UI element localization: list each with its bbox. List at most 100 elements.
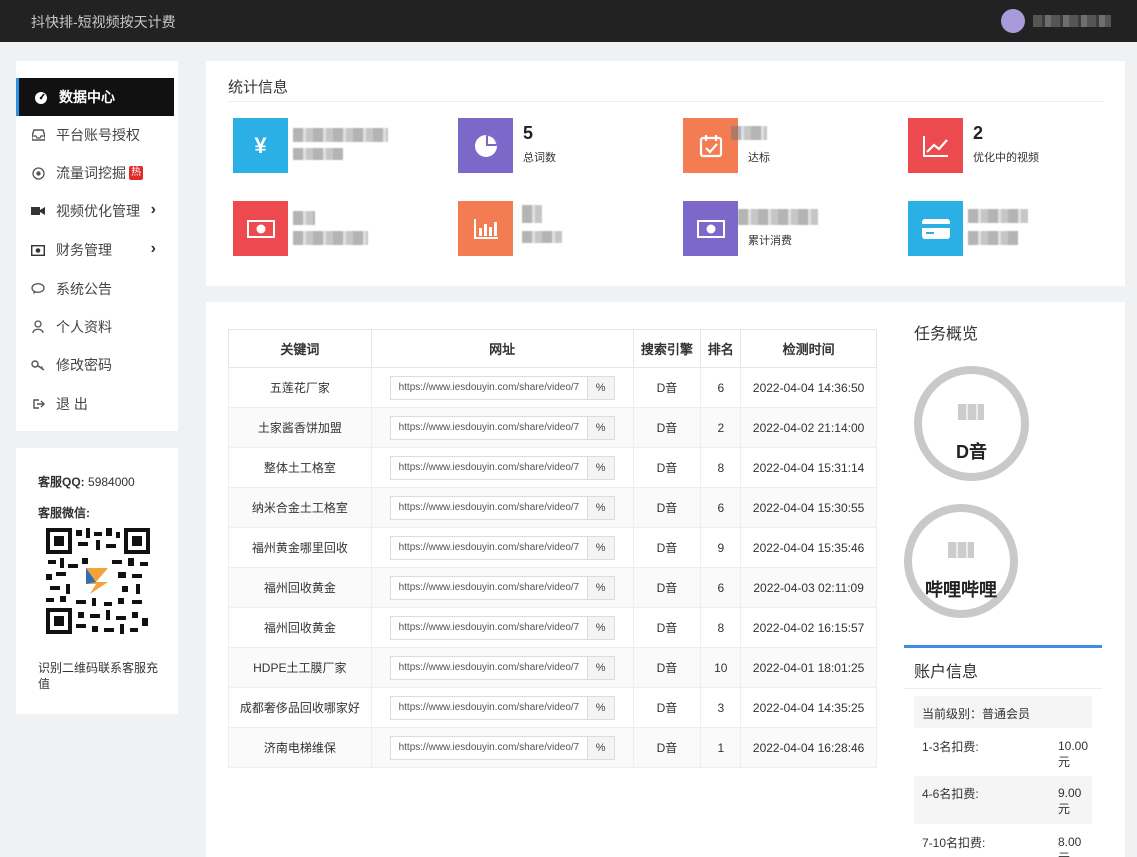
url-field[interactable]: https://www.iesdouyin.com/share/video/7 [390,696,587,719]
link-icon: % [595,421,606,434]
stat-card-optimizing-videos: 2 优化中的视频 [908,118,1108,174]
trend-icon [908,118,963,173]
sidebar-item-keyword-mining[interactable]: 流量词挖掘 热 [16,154,178,192]
fee-row: 4-6名扣费: 9.00元 [914,776,1092,824]
bar-chart-icon [458,201,513,256]
stat-label: 优化中的视频 [973,152,1039,164]
fee-row: 7-10名扣费: 8.00元 [914,828,1092,857]
copy-link-button[interactable]: % [586,496,614,519]
url-cell: https://www.iesdouyin.com/share/video/7% [370,607,634,648]
time-cell: 2022-04-04 15:35:46 [740,527,877,568]
column-header-url[interactable]: 网址 [370,329,634,368]
url-field[interactable]: https://www.iesdouyin.com/share/video/7 [390,376,587,399]
url-cell: https://www.iesdouyin.com/share/video/7% [370,487,634,528]
table-row: 福州黄金哪里回收 https://www.iesdouyin.com/share/… [228,527,877,568]
rank-cell: 1 [700,727,742,768]
url-cell: https://www.iesdouyin.com/share/video/7% [370,647,634,688]
engine-cell: D音 [632,647,702,688]
table-row: 济南电梯维保 https://www.iesdouyin.com/share/vi… [228,727,877,768]
sidebar-item-logout[interactable]: 退 出 [16,385,178,423]
engine-cell: D音 [632,407,702,448]
rank-cell: 10 [700,647,742,688]
time-cell: 2022-04-04 15:31:14 [740,447,877,488]
sidebar-item-platform-auth[interactable]: 平台账号授权 [16,116,178,154]
redacted-value [968,209,1028,223]
time-cell: 2022-04-02 21:14:00 [740,407,877,448]
keyword-cell: 福州回收黄金 [228,567,372,608]
copy-link-button[interactable]: % [586,416,614,439]
target-icon [30,165,46,181]
link-icon: % [595,581,606,594]
sidebar-item-finance[interactable]: 财务管理 › [16,231,178,269]
engine-cell: D音 [632,607,702,648]
dashboard-icon [33,89,49,105]
copy-link-button[interactable]: % [586,696,614,719]
sidebar-item-video-optimize[interactable]: 视频优化管理 › [16,192,178,230]
keyword-rank-panel: 关键词 网址 搜索引擎 排名 检测时间 五莲花厂家 https://www.ies… [206,302,1125,857]
copy-link-button[interactable]: % [586,536,614,559]
redacted-label [293,231,368,245]
copy-link-button[interactable]: % [586,736,614,759]
url-input-group: https://www.iesdouyin.com/share/video/7% [389,575,615,600]
rank-cell: 6 [700,367,742,408]
time-cell: 2022-04-01 18:01:25 [740,647,877,688]
copy-link-button[interactable]: % [586,456,614,479]
account-level: 当前级别：普通会员 [922,707,1031,721]
keyword-cell: 土家酱香饼加盟 [228,407,372,448]
copy-link-button[interactable]: % [586,616,614,639]
url-field[interactable]: https://www.iesdouyin.com/share/video/7 [390,656,587,679]
account-info-panel: 账户信息 当前级别：普通会员 1-3名扣费: 10.00元 4-6名扣费: 9.… [904,645,1102,857]
column-header-time[interactable]: 检测时间 [740,329,877,368]
chevron-right-icon: › [150,201,156,218]
sidebar-item-change-password[interactable]: 修改密码 [16,346,178,384]
time-cell: 2022-04-04 14:35:25 [740,687,877,728]
stats-title: 统计信息 [228,79,289,96]
redacted-label [522,231,562,243]
user-menu[interactable] [1001,9,1111,33]
table-row: HDPE土工膜厂家 https://www.iesdouyin.com/share… [228,647,877,688]
sidebar-item-label: 财务管理 [56,242,112,258]
rank-cell: 8 [700,447,742,488]
logout-icon [30,396,46,412]
keyword-cell: 纳米合金土工格室 [228,487,372,528]
keyword-cell: 济南电梯维保 [228,727,372,768]
url-cell: https://www.iesdouyin.com/share/video/7% [370,687,634,728]
column-header-keyword[interactable]: 关键词 [228,329,372,368]
column-header-engine[interactable]: 搜索引擎 [632,329,702,368]
url-field[interactable]: https://www.iesdouyin.com/share/video/7 [390,616,587,639]
divider [228,101,1104,102]
url-field[interactable]: https://www.iesdouyin.com/share/video/7 [390,536,587,559]
stats-panel: 统计信息 ¥ 5 总词数 达标 2 优化中的视频 累计消费 [206,61,1125,286]
time-cell: 2022-04-04 14:36:50 [740,367,877,408]
url-field[interactable]: https://www.iesdouyin.com/share/video/7 [390,736,587,759]
video-icon [30,203,46,219]
redacted-value [522,205,542,223]
url-cell: https://www.iesdouyin.com/share/video/7% [370,727,634,768]
stat-label: 累计消费 [748,235,792,247]
stat-card-balance: ¥ [233,118,433,174]
keyword-cell: 成都奢侈品回收哪家好 [228,687,372,728]
url-cell: https://www.iesdouyin.com/share/video/7% [370,567,634,608]
task-overview-title: 任务概览 [914,326,979,343]
sidebar-item-notice[interactable]: 系统公告 [16,270,178,308]
table-row: 纳米合金土工格室 https://www.iesdouyin.com/share/… [228,487,877,528]
copy-link-button[interactable]: % [586,376,614,399]
account-level-row: 当前级别：普通会员 [914,696,1092,728]
sidebar-item-profile[interactable]: 个人资料 [16,308,178,346]
url-input-group: https://www.iesdouyin.com/share/video/7% [389,495,615,520]
account-title: 账户信息 [914,664,979,681]
url-field[interactable]: https://www.iesdouyin.com/share/video/7 [390,576,587,599]
url-field[interactable]: https://www.iesdouyin.com/share/video/7 [390,456,587,479]
keyword-cell: 福州回收黄金 [228,607,372,648]
sidebar-item-data-center[interactable]: 数据中心 [16,78,174,116]
url-input-group: https://www.iesdouyin.com/share/video/7% [389,535,615,560]
redacted-value [738,209,818,225]
column-header-rank[interactable]: 排名 [700,329,742,368]
copy-link-button[interactable]: % [586,656,614,679]
engine-cell: D音 [632,487,702,528]
url-field[interactable]: https://www.iesdouyin.com/share/video/7 [390,416,587,439]
calendar-check-icon [683,118,738,173]
avatar[interactable] [1001,9,1025,33]
url-field[interactable]: https://www.iesdouyin.com/share/video/7 [390,496,587,519]
copy-link-button[interactable]: % [586,576,614,599]
